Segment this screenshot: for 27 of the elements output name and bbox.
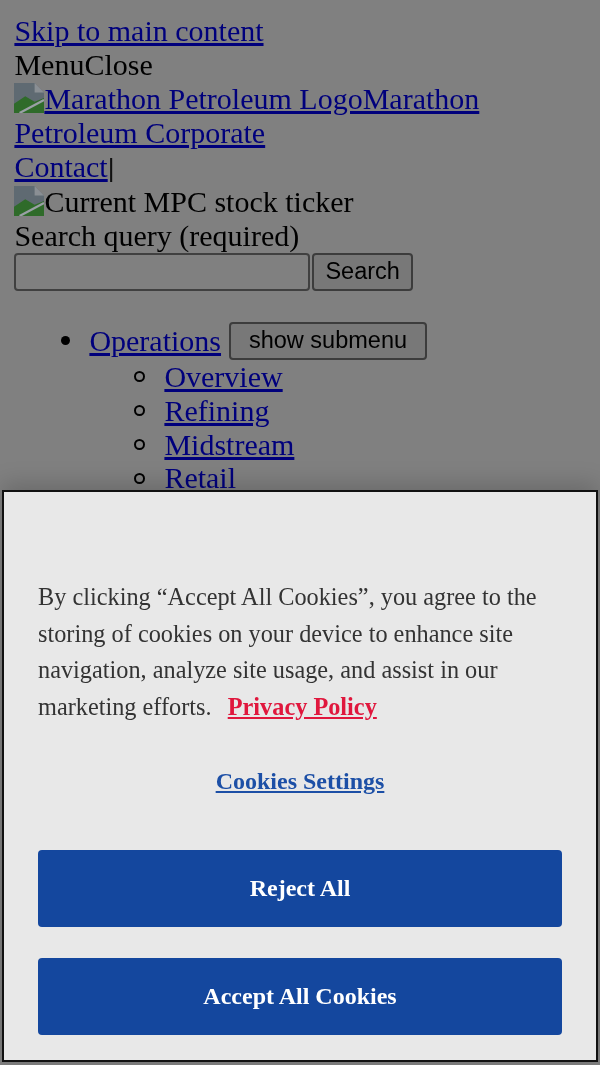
- skip-link[interactable]: Skip to main content: [14, 14, 264, 48]
- show-submenu-button[interactable]: show submenu: [229, 321, 428, 360]
- cookies-settings-link[interactable]: Cookies Settings: [215, 762, 385, 799]
- close-toggle[interactable]: Close: [84, 48, 153, 82]
- broken-image-icon: [14, 83, 45, 113]
- menu-toggle[interactable]: Menu: [14, 48, 85, 82]
- circle-bullet-icon: [134, 405, 146, 417]
- contact-link[interactable]: Contact: [14, 149, 108, 183]
- logo-link[interactable]: Marathon Petroleum LogoMarathon Petroleum Corporate: [14, 82, 485, 150]
- accept-all-cookies-button[interactable]: Accept All Cookies: [38, 957, 562, 1035]
- submenu-link[interactable]: Midstream: [164, 427, 295, 462]
- separator-text: |: [107, 152, 115, 183]
- search-button[interactable]: Search: [312, 252, 413, 291]
- privacy-policy-link[interactable]: Privacy Policy: [227, 693, 377, 721]
- circle-bullet-icon: [134, 371, 146, 383]
- nav-link[interactable]: Operations: [89, 324, 222, 358]
- submenu-link[interactable]: Overview: [164, 359, 283, 394]
- broken-image-icon: [14, 186, 45, 217]
- bullet-icon: [61, 336, 71, 346]
- search-label: Search query (required): [14, 219, 300, 253]
- search-field[interactable]: [14, 252, 311, 291]
- circle-bullet-icon: [134, 438, 146, 450]
- reject-all-button[interactable]: Reject All: [38, 849, 562, 927]
- stock-ticker-alt-text: Current MPC stock ticker: [44, 185, 354, 219]
- submenu-link[interactable]: Refining: [164, 393, 270, 428]
- circle-bullet-icon: [134, 472, 146, 484]
- cookie-notice-text: By clicking “Accept All Cookies”, you agree to the storing of cookies on your device to enhance site navigation, analyze site usage, and assist in our marketing efforts. Privacy Policy: [38, 582, 538, 723]
